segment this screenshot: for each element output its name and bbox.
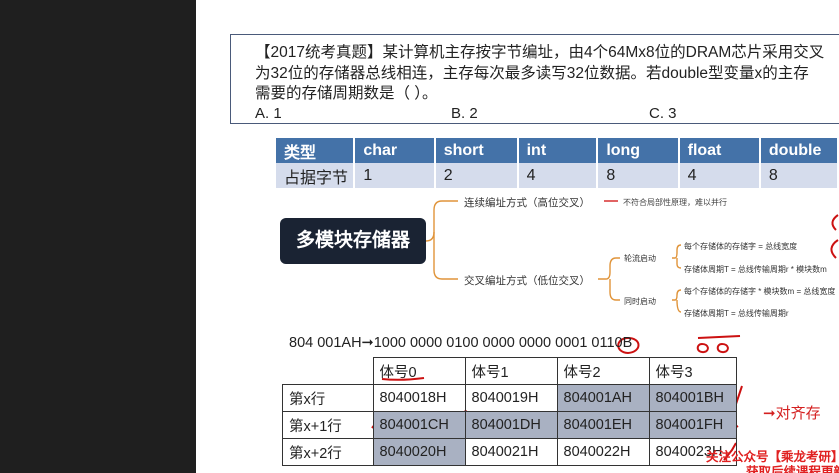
bank-row: 第x+1行 804001CH 804001DH 804001EH 804001F… xyxy=(282,411,737,439)
sub-round-robin: 轮流启动 xyxy=(624,254,656,263)
bank-row-label: 第x行 xyxy=(282,384,374,412)
address-binary-line: 804 001AH➞1000 0000 0100 0000 0000 0001 … xyxy=(289,335,633,351)
simultaneous-item-2: 存储体周期T = 总线传输周期r xyxy=(684,309,789,318)
mindmap-root: 多模块存储器 xyxy=(280,218,426,264)
bank-header-cell: 体号3 xyxy=(648,357,737,385)
bank-cell-highlighted: 804001EH xyxy=(556,411,650,439)
bank-cell: 8040022H xyxy=(556,438,650,466)
bank-row-label: 第x+2行 xyxy=(282,438,374,466)
round-robin-item-1: 每个存储体的存储字 = 总线宽度 xyxy=(684,242,798,251)
branch-continuous-note: 不符合局部性原理，难以并行 xyxy=(623,198,727,207)
bank-header-cell: 体号0 xyxy=(372,357,466,385)
bank-row-label: 第x+1行 xyxy=(282,411,374,439)
bank-row: 第x行 8040018H 8040019H 804001AH 804001BH xyxy=(282,384,737,412)
sub-simultaneous: 同时启动 xyxy=(624,297,656,306)
left-dark-panel xyxy=(0,0,196,473)
alignment-annotation: ➞对齐存 xyxy=(763,405,821,422)
simultaneous-item-1: 每个存储体的存储字 * 模块数m = 总线宽度 xyxy=(684,287,836,296)
bank-cell-highlighted: 804001CH xyxy=(372,411,466,439)
bank-cell-highlighted: 8040020H xyxy=(372,438,466,466)
bank-cell: 8040018H xyxy=(372,384,466,412)
bank-table-header: 体号0 体号1 体号2 体号3 xyxy=(282,357,737,385)
branch-interleaved: 交叉编址方式（低位交叉） xyxy=(464,275,590,287)
bank-cell: 8040019H xyxy=(464,384,558,412)
slide: 【2017统考真题】某计算机主存按字节编址，由4个64Mx8位的DRAM芯片采用… xyxy=(196,0,839,473)
branch-continuous: 连续编址方式（高位交叉） xyxy=(464,197,590,209)
bank-cell-highlighted: 804001FH xyxy=(648,411,737,439)
bank-header-cell: 体号1 xyxy=(464,357,558,385)
round-robin-item-2: 存储体周期T = 总线传输周期r * 模块数m xyxy=(684,265,827,274)
bank-cell-highlighted: 804001AH xyxy=(556,384,650,412)
bank-header-cell: 体号2 xyxy=(556,357,650,385)
bank-row: 第x+2行 8040020H 8040021H 8040022H 8040023… xyxy=(282,438,737,466)
bank-cell: 8040021H xyxy=(464,438,558,466)
memory-bank-table: 体号0 体号1 体号2 体号3 第x行 8040018H 8040019H 80… xyxy=(282,357,737,466)
watermark-line-2: 获取后续课程更新 xyxy=(746,465,839,473)
bank-cell-highlighted: 804001DH xyxy=(464,411,558,439)
bank-corner-cell xyxy=(282,357,374,385)
bank-cell-highlighted: 804001BH xyxy=(648,384,737,412)
